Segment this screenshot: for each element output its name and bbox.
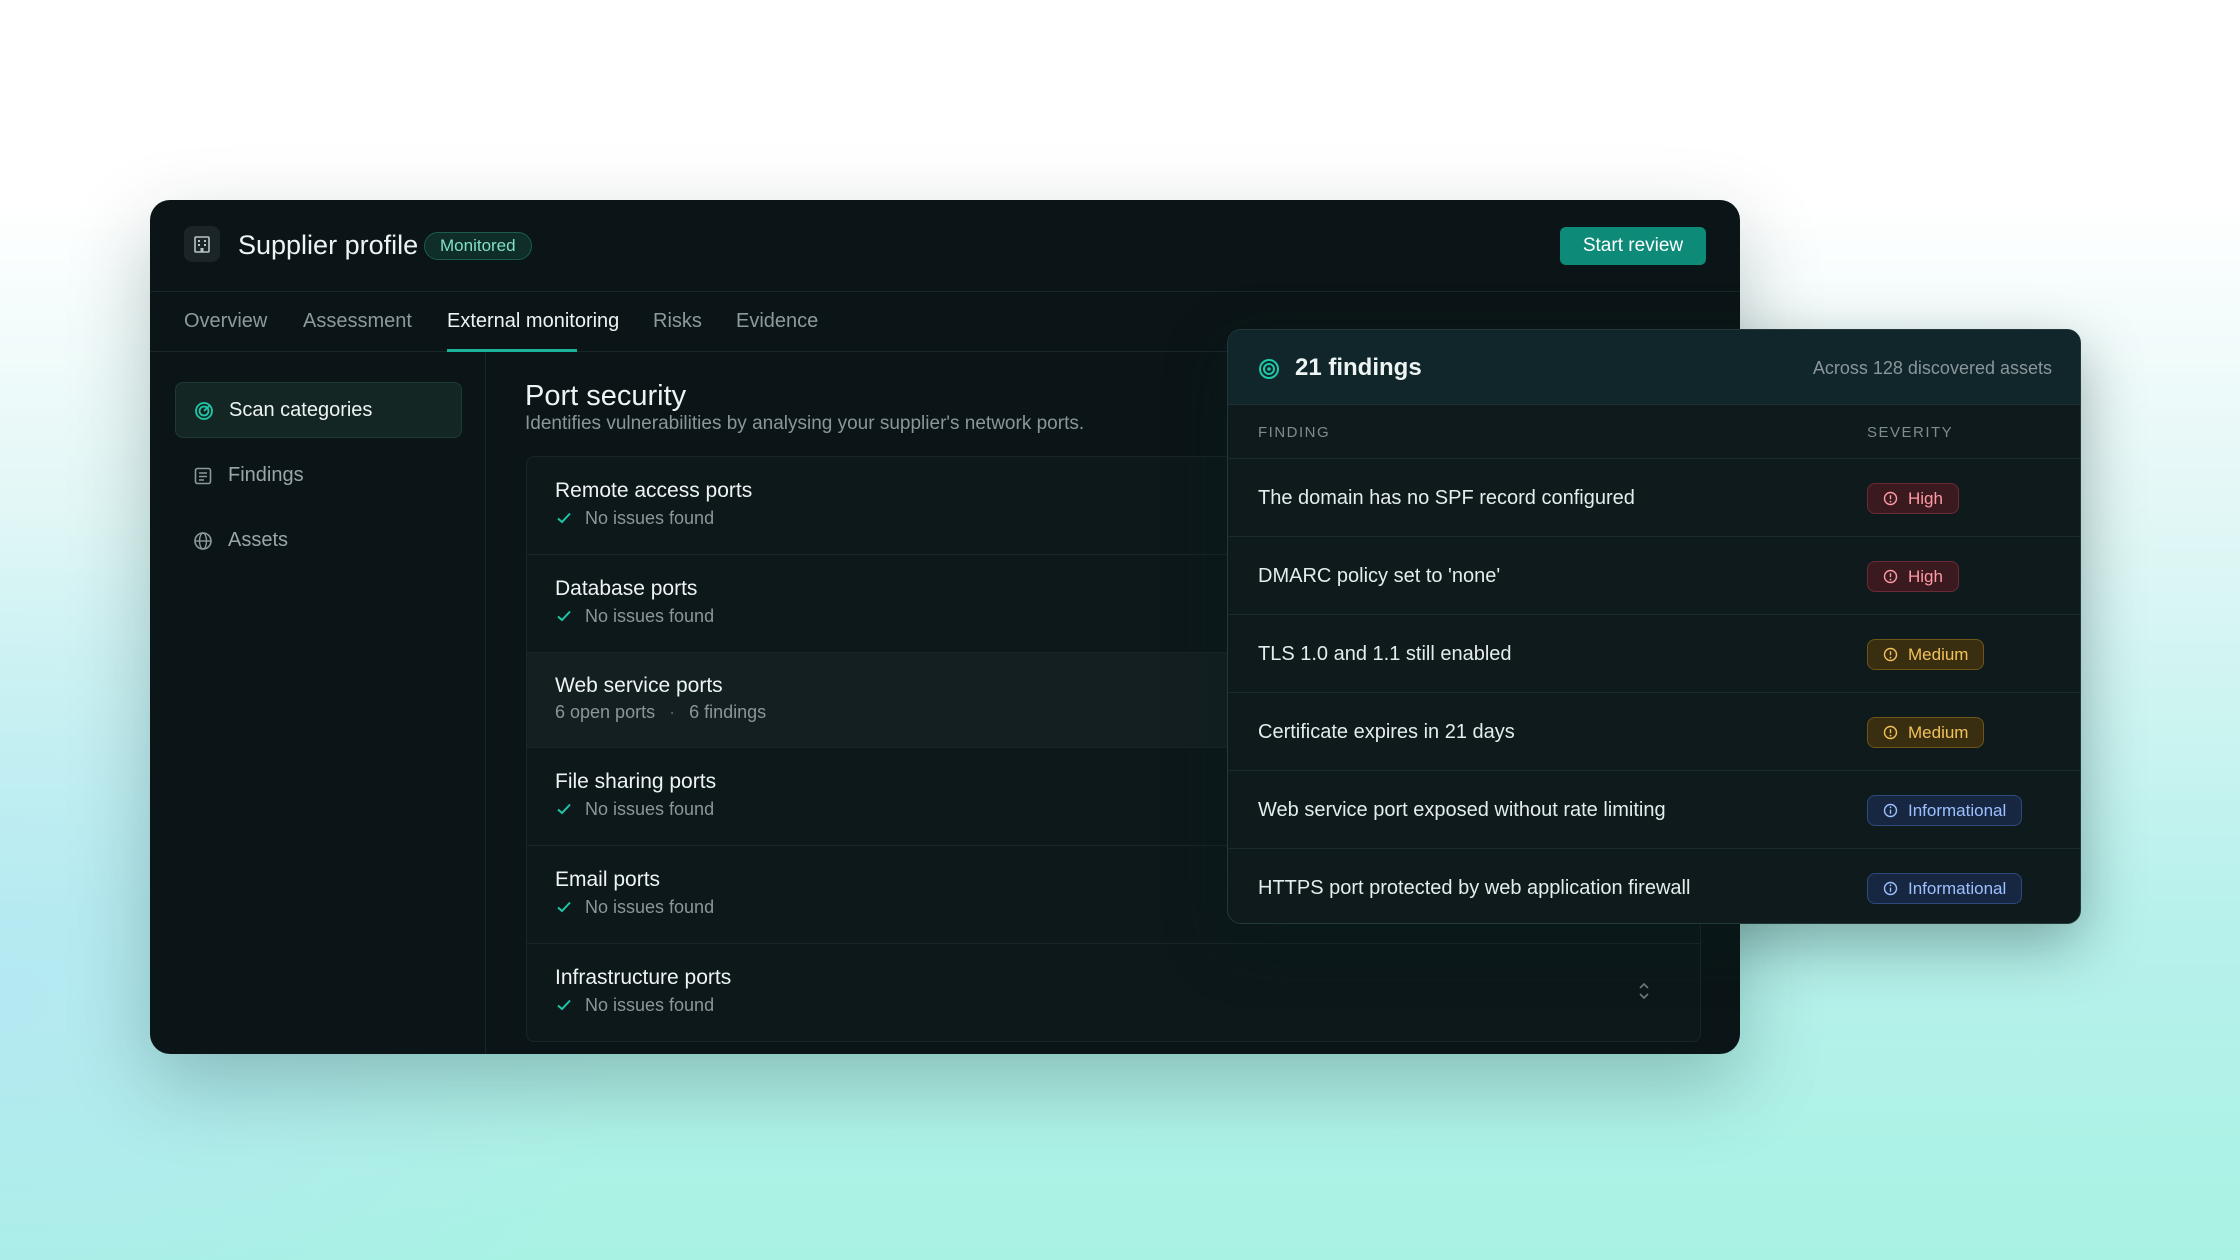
info-circle-icon (1883, 803, 1898, 818)
start-review-button[interactable]: Start review (1560, 227, 1706, 265)
tab-assessment[interactable]: Assessment (303, 310, 412, 333)
column-header-severity: SEVERITY (1867, 424, 1954, 441)
target-icon (1259, 359, 1279, 379)
finding-text: Certificate expires in 21 days (1258, 721, 1515, 743)
port-row-infrastructure[interactable]: Infrastructure ports No issues found (527, 944, 1700, 1041)
port-status: No issues found (585, 897, 715, 917)
radar-icon (195, 402, 213, 420)
finding-row[interactable]: Certificate expires in 21 days Medium (1228, 693, 2080, 771)
finding-text: TLS 1.0 and 1.1 still enabled (1258, 643, 1512, 665)
tab-evidence[interactable]: Evidence (736, 310, 818, 333)
globe-icon (194, 532, 212, 550)
page-title: Supplier profile (238, 230, 419, 260)
port-status: No issues found (585, 799, 715, 819)
column-header-finding: FINDING (1258, 424, 1331, 441)
findings-panel: 21 findings Across 128 discovered assets… (1227, 329, 2081, 924)
port-name: File sharing ports (555, 770, 717, 793)
alert-circle-icon (1883, 725, 1898, 740)
check-icon (557, 901, 571, 913)
finding-text: DMARC policy set to 'none' (1258, 565, 1501, 587)
alert-circle-icon (1883, 647, 1898, 662)
finding-row[interactable]: Web service port exposed without rate li… (1228, 771, 2080, 849)
sidebar-item-findings[interactable]: Findings (175, 448, 462, 504)
severity-label: Medium (1908, 723, 1969, 742)
meta-separator: · (669, 702, 676, 722)
alert-circle-icon (1883, 569, 1898, 584)
sidebar-item-label: Findings (228, 464, 304, 486)
status-badge: Monitored (424, 232, 532, 260)
severity-badge: Informational (1867, 795, 2023, 826)
open-ports-count: 6 open ports (555, 702, 656, 722)
port-status: No issues found (585, 995, 715, 1015)
alert-circle-icon (1883, 491, 1898, 506)
sidebar-item-assets[interactable]: Assets (175, 513, 462, 569)
check-icon (557, 512, 571, 524)
check-icon (557, 803, 571, 815)
severity-badge: Medium (1867, 639, 1985, 670)
severity-label: Informational (1908, 879, 2007, 898)
port-name: Email ports (555, 868, 661, 891)
sidebar-item-label: Assets (228, 529, 289, 551)
severity-badge: Informational (1867, 873, 2023, 904)
port-name: Database ports (555, 577, 698, 600)
finding-text: HTTPS port protected by web application … (1258, 877, 1691, 899)
findings-title: 21 findings (1295, 354, 1422, 381)
info-circle-icon (1883, 881, 1898, 896)
findings-count: 6 findings (689, 702, 767, 722)
severity-badge: High (1867, 561, 1959, 592)
finding-row[interactable]: The domain has no SPF record configured … (1228, 459, 2080, 537)
list-icon (194, 467, 212, 485)
section-subtitle: Identifies vulnerabilities by analysing … (525, 413, 1085, 434)
port-name: Remote access ports (555, 479, 753, 502)
finding-text: The domain has no SPF record configured (1258, 487, 1635, 509)
tab-overview[interactable]: Overview (184, 310, 267, 333)
severity-badge: Medium (1867, 717, 1985, 748)
severity-label: Medium (1908, 645, 1969, 664)
findings-subtitle: Across 128 discovered assets (1812, 358, 2052, 378)
building-icon (184, 226, 220, 262)
severity-label: High (1908, 489, 1943, 508)
tab-external-monitoring[interactable]: External monitoring (447, 310, 619, 333)
check-icon (557, 999, 571, 1011)
window-header: Supplier profile Monitored Start review (150, 200, 1740, 292)
finding-text: Web service port exposed without rate li… (1258, 799, 1666, 821)
sidebar-item-label: Scan categories (229, 399, 373, 421)
chevron-up-down-icon[interactable] (1636, 980, 1652, 1002)
finding-row[interactable]: HTTPS port protected by web application … (1228, 849, 2080, 923)
port-name: Web service ports (555, 674, 723, 697)
port-name: Infrastructure ports (555, 966, 732, 989)
port-status: No issues found (585, 508, 715, 528)
section-title: Port security (525, 380, 687, 412)
severity-label: High (1908, 567, 1943, 586)
severity-label: Informational (1908, 801, 2007, 820)
finding-row[interactable]: DMARC policy set to 'none' High (1228, 537, 2080, 615)
severity-badge: High (1867, 483, 1959, 514)
tab-risks[interactable]: Risks (653, 310, 702, 333)
sidebar: Scan categories Findings Assets (150, 352, 486, 1054)
finding-row[interactable]: TLS 1.0 and 1.1 still enabled Medium (1228, 615, 2080, 693)
port-status: No issues found (585, 606, 715, 626)
sidebar-item-scan-categories[interactable]: Scan categories (175, 382, 462, 438)
check-icon (557, 610, 571, 622)
findings-header: 21 findings Across 128 discovered assets (1228, 330, 2080, 405)
